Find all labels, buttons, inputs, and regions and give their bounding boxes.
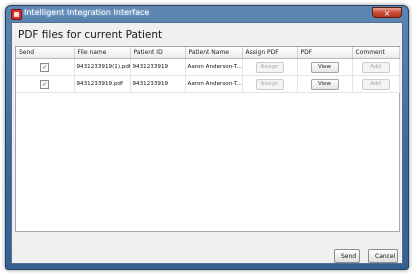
comment-cell: Add	[352, 75, 400, 93]
application-window: Intelligent Integration Interface × PDF …	[5, 5, 409, 270]
assign-button[interactable]: Assign	[255, 61, 284, 73]
pdf-cell: View	[297, 75, 353, 93]
patient-name-cell: Aaron Anderson-T...	[185, 58, 243, 76]
send-checkbox[interactable]: ✓	[40, 79, 50, 89]
send-cell: ✓	[16, 75, 75, 93]
pdf-files-table-panel: Send File name Patient ID Patient Name A…	[15, 46, 400, 232]
table-row[interactable]: ✓ 9431233919.pdf 9431233919 Aaron Anders…	[16, 75, 400, 93]
column-header-patient-name[interactable]: Patient Name	[185, 47, 243, 59]
assign-cell: Assign	[242, 75, 298, 93]
title-bar[interactable]: Intelligent Integration Interface ×	[6, 6, 408, 22]
column-header-pdf[interactable]: PDF	[297, 47, 353, 59]
table-header-row: Send File name Patient ID Patient Name A…	[16, 47, 400, 59]
assign-cell: Assign	[242, 58, 298, 76]
patient-id-cell: 9431233919	[130, 75, 186, 93]
view-button[interactable]: View	[310, 61, 339, 73]
patient-name-cell: Aaron Anderson-T...	[185, 75, 243, 93]
column-header-send[interactable]: Send	[16, 47, 75, 59]
window-title: Intelligent Integration Interface	[24, 8, 150, 17]
app-icon	[11, 9, 22, 20]
comment-cell: Add	[352, 58, 400, 76]
column-header-patient-id[interactable]: Patient ID	[130, 47, 186, 59]
cancel-button[interactable]: Cancel	[368, 249, 398, 263]
file-name-cell: 9431233919(1).pdf	[74, 58, 131, 76]
column-header-comment[interactable]: Comment	[352, 47, 400, 59]
table-row[interactable]: ✓ 9431233919(1).pdf 9431233919 Aaron And…	[16, 58, 400, 76]
dialog-body: PDF files for current Patient Send File …	[11, 22, 403, 264]
file-name-cell: 9431233919.pdf	[74, 75, 131, 93]
send-button[interactable]: Send	[334, 249, 360, 263]
send-cell: ✓	[16, 58, 75, 76]
pdf-files-table: Send File name Patient ID Patient Name A…	[16, 47, 400, 93]
pdf-cell: View	[297, 58, 353, 76]
column-header-file-name[interactable]: File name	[74, 47, 131, 59]
close-icon[interactable]: ×	[384, 9, 391, 18]
page-title: PDF files for current Patient	[18, 29, 163, 41]
add-comment-button[interactable]: Add	[361, 61, 390, 73]
close-button[interactable]: ×	[372, 7, 402, 18]
column-header-assign-pdf[interactable]: Assign PDF	[242, 47, 298, 59]
assign-button[interactable]: Assign	[255, 78, 284, 90]
add-comment-button[interactable]: Add	[361, 78, 390, 90]
send-checkbox[interactable]: ✓	[40, 62, 50, 72]
patient-id-cell: 9431233919	[130, 58, 186, 76]
view-button[interactable]: View	[310, 78, 339, 90]
